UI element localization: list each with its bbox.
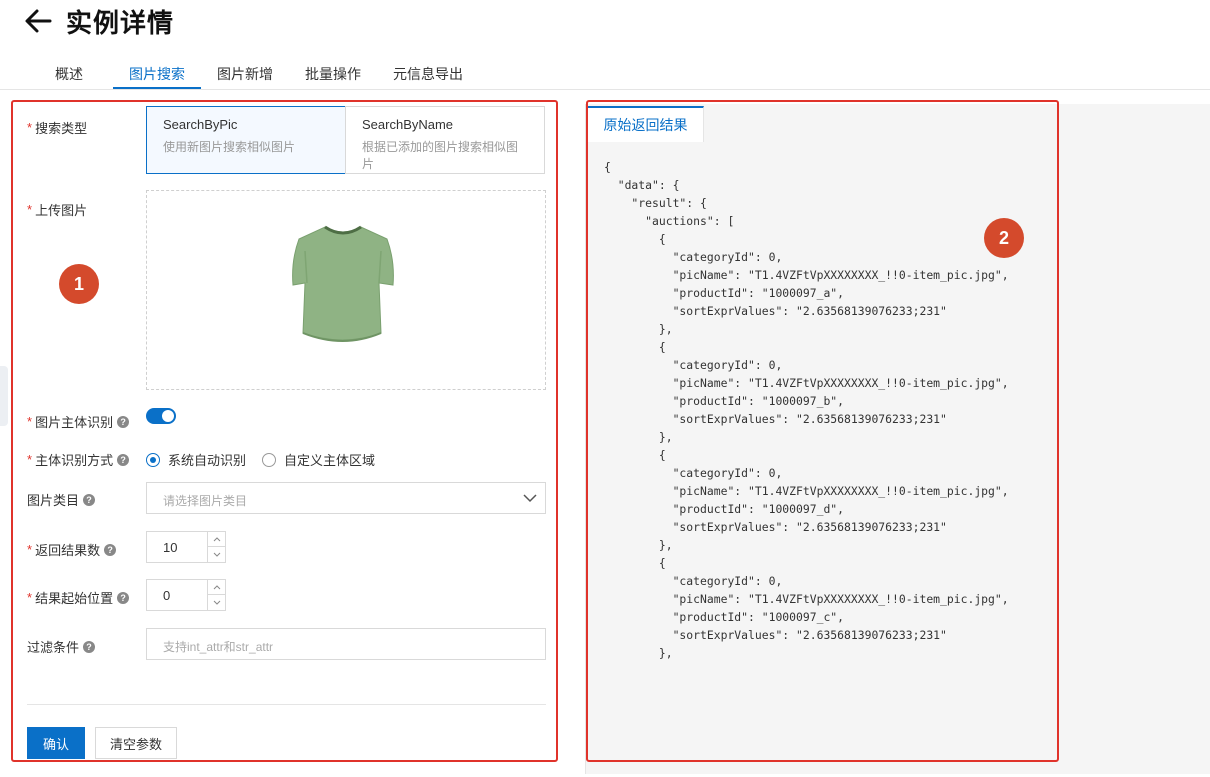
help-icon[interactable]: ? [117, 453, 130, 466]
category-label: 图片类目 ? [27, 490, 96, 509]
subject-detect-label: * 图片主体识别 ? [27, 412, 130, 431]
uploaded-tshirt-image [292, 225, 394, 342]
required-mark: * [27, 120, 33, 135]
upload-image-label: * 上传图片 [27, 202, 88, 218]
active-tab-indicator [113, 87, 201, 89]
result-panel: 原始返回结果 { "data": { "result": { "auctions… [586, 100, 1059, 762]
category-select[interactable]: 请选择图片类目 [146, 482, 546, 514]
radio-custom-region[interactable] [262, 452, 277, 467]
help-icon[interactable]: ? [83, 493, 96, 506]
tab-overview[interactable]: 概述 [55, 64, 83, 90]
help-icon[interactable]: ? [104, 543, 117, 556]
stepper-value: 10 [163, 540, 178, 555]
required-mark: * [27, 414, 33, 429]
required-mark: * [27, 590, 33, 605]
detect-mode-radio-group: 系统自动识别 自定义主体区域 [146, 450, 391, 469]
json-result-text: { "data": { "result": { "auctions": [ { … [604, 160, 1009, 660]
caret-down-icon[interactable] [208, 547, 225, 562]
stepper-buttons [207, 580, 225, 610]
stepper-buttons [207, 532, 225, 562]
caret-up-icon[interactable] [208, 580, 225, 595]
clear-params-button[interactable]: 清空参数 [95, 727, 177, 759]
radio-label: 自定义主体区域 [284, 453, 376, 468]
search-by-pic-option[interactable]: SearchByPic 使用新图片搜索相似图片 [146, 106, 346, 174]
tab-metadata-export[interactable]: 元信息导出 [393, 64, 463, 90]
help-icon[interactable]: ? [83, 640, 96, 653]
caret-up-icon[interactable] [208, 532, 225, 547]
tab-raw-result[interactable]: 原始返回结果 [588, 106, 704, 142]
tab-batch-ops[interactable]: 批量操作 [305, 64, 361, 90]
toggle-knob [162, 410, 174, 422]
radio-label: 系统自动识别 [168, 453, 247, 468]
subject-detect-toggle[interactable] [146, 408, 176, 424]
start-position-stepper[interactable]: 0 [146, 579, 226, 611]
search-form-panel: * 搜索类型 SearchByPic 使用新图片搜索相似图片 SearchByN… [11, 100, 558, 762]
annotation-badge-1: 1 [59, 264, 99, 304]
sidebar-collapse-handle[interactable] [0, 366, 8, 426]
required-mark: * [27, 542, 33, 557]
input-placeholder: 支持int_attr和str_attr [163, 640, 274, 654]
option-desc: 根据已添加的图片搜索相似图片 [362, 140, 519, 171]
filter-input[interactable]: 支持int_attr和str_attr [146, 628, 546, 660]
detect-mode-label: * 主体识别方式 ? [27, 450, 130, 469]
help-icon[interactable]: ? [117, 591, 130, 604]
stepper-value: 0 [163, 588, 171, 603]
chevron-down-icon [523, 494, 537, 503]
required-mark: * [27, 452, 33, 467]
result-count-stepper[interactable]: 10 [146, 531, 226, 563]
help-icon[interactable]: ? [117, 415, 130, 428]
option-title: SearchByPic [163, 117, 238, 132]
tab-image-add[interactable]: 图片新增 [217, 64, 273, 90]
radio-auto-detect[interactable] [146, 452, 160, 467]
confirm-button[interactable]: 确认 [27, 727, 85, 759]
back-arrow-icon[interactable] [24, 8, 52, 34]
option-desc: 使用新图片搜索相似图片 [163, 140, 296, 154]
option-title: SearchByName [362, 117, 454, 132]
caret-down-icon[interactable] [208, 595, 225, 610]
tab-bar: 概述 图片搜索 图片新增 批量操作 元信息导出 [0, 56, 1210, 90]
image-upload-area[interactable] [146, 190, 546, 390]
annotation-badge-2: 2 [984, 218, 1024, 258]
required-mark: * [27, 202, 33, 217]
form-divider [27, 704, 546, 705]
start-position-label: * 结果起始位置 ? [27, 588, 130, 607]
search-by-name-option[interactable]: SearchByName 根据已添加的图片搜索相似图片 [345, 106, 545, 174]
result-count-label: * 返回结果数 ? [27, 540, 117, 559]
filter-label: 过滤条件 ? [27, 637, 96, 656]
page-title: 实例详情 [66, 8, 175, 38]
page-header: 实例详情 概述 图片搜索 图片新增 批量操作 元信息导出 [0, 0, 1210, 90]
select-placeholder: 请选择图片类目 [163, 494, 248, 508]
search-type-label: * 搜索类型 [27, 120, 88, 136]
